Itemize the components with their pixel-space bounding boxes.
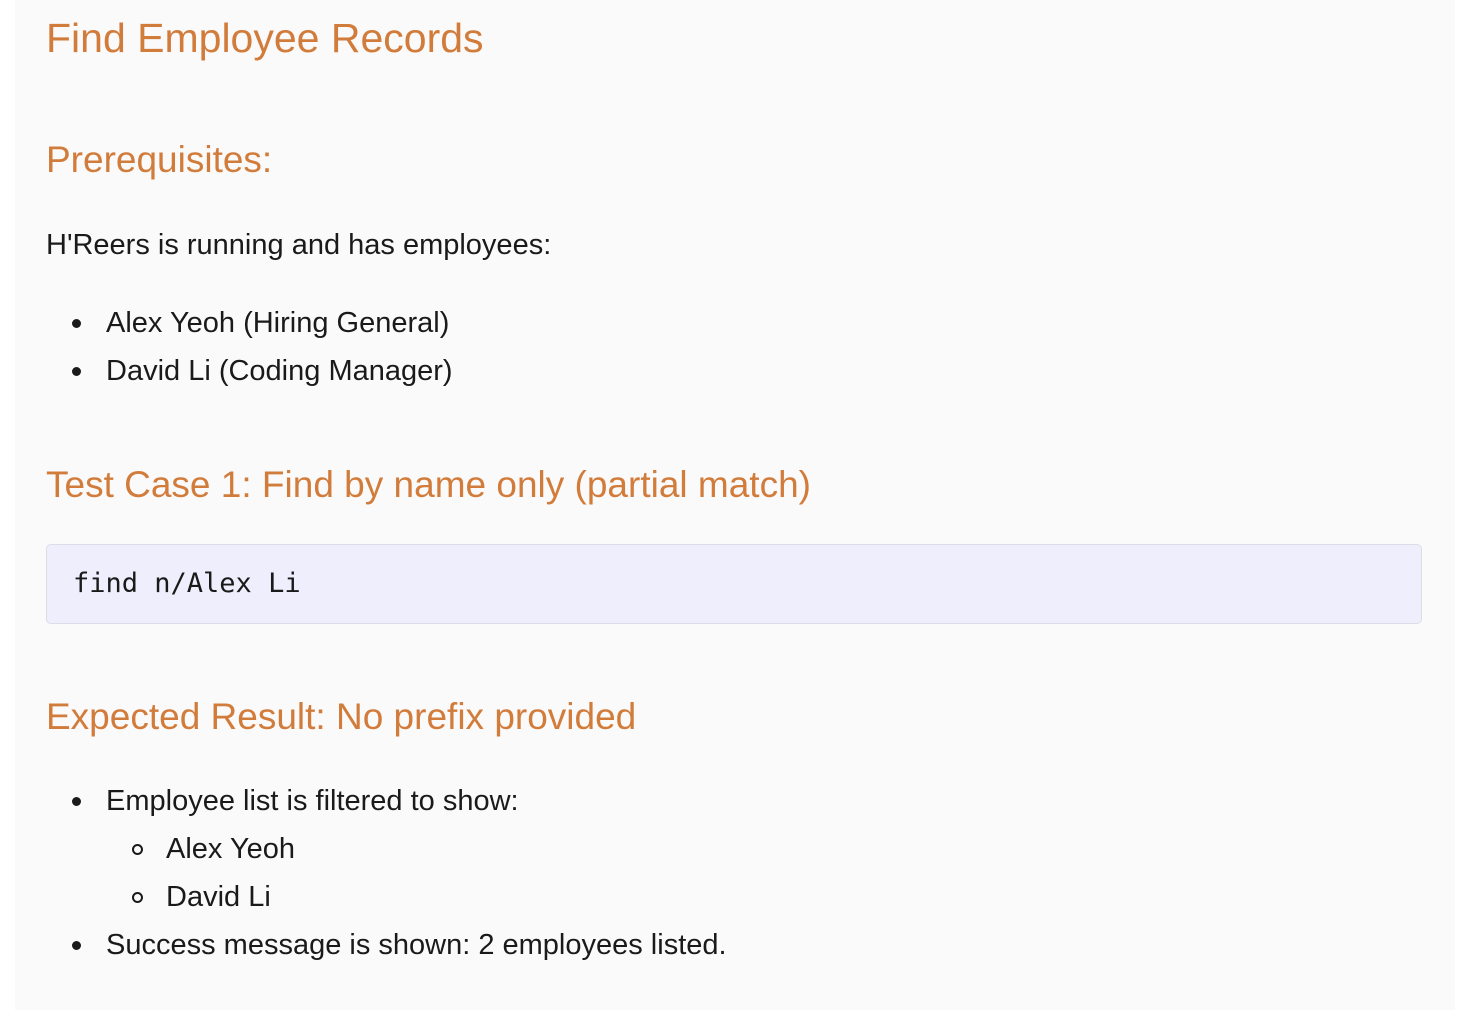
- sublist-item: David Li: [106, 873, 727, 921]
- code-block: find n/Alex Li: [46, 544, 1422, 624]
- list-item-text: Employee list is filtered to show:: [106, 785, 519, 817]
- page-title: Find Employee Records: [46, 15, 484, 61]
- filtered-employee-sublist: Alex Yeoh David Li: [106, 825, 727, 921]
- expected-result-list: Employee list is filtered to show: Alex …: [46, 777, 727, 969]
- prerequisites-heading: Prerequisites:: [46, 139, 273, 180]
- list-item-success-message: Success message is shown: 2 employees li…: [46, 921, 727, 969]
- list-item-employee: David Li (Coding Manager): [46, 347, 453, 395]
- sublist-item: Alex Yeoh: [106, 825, 727, 873]
- expected-result-heading: Expected Result: No prefix provided: [46, 696, 637, 737]
- list-item-employee: Alex Yeoh (Hiring General): [46, 299, 453, 347]
- employee-list: Alex Yeoh (Hiring General) David Li (Cod…: [46, 299, 453, 395]
- prerequisites-intro: H'Reers is running and has employees:: [46, 229, 552, 261]
- list-item-filtered: Employee list is filtered to show: Alex …: [46, 777, 727, 921]
- command-code: find n/Alex Li: [73, 568, 301, 599]
- test-case-heading: Test Case 1: Find by name only (partial …: [46, 464, 811, 505]
- document-page: Find Employee Records Prerequisites: H'R…: [15, 0, 1455, 1010]
